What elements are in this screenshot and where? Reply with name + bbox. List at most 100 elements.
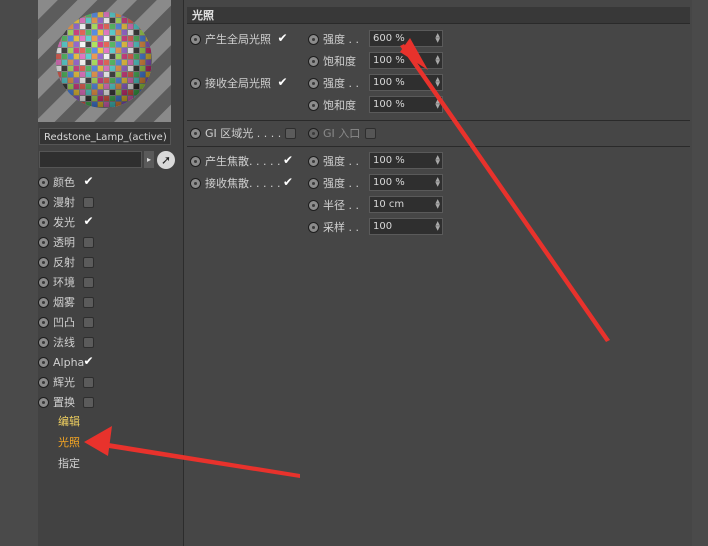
caustics-receive-checkbox[interactable]: ✔ (282, 176, 293, 189)
animate-radio-icon[interactable] (190, 177, 201, 189)
strength-label: 强度 . . (323, 155, 359, 168)
panel-title: 光照 (187, 7, 690, 24)
channel-row[interactable]: 法线 (38, 333, 94, 351)
strength-label: 强度 . . (323, 33, 359, 46)
link-illumination[interactable]: 光照 (58, 434, 80, 450)
channel-row[interactable]: 颜色 ✔ (38, 173, 94, 191)
channel-checkbox[interactable]: ✔ (83, 355, 94, 368)
channel-label: 透明 (53, 236, 75, 249)
channel-radio-icon[interactable] (38, 196, 49, 208)
link-assign[interactable]: 指定 (58, 455, 80, 471)
gi-receive-checkbox[interactable]: ✔ (277, 76, 288, 89)
channel-row[interactable]: 置换 (38, 393, 94, 411)
channel-radio-icon[interactable] (38, 316, 49, 328)
gi-portal-checkbox[interactable] (365, 127, 377, 139)
spinner-icon[interactable]: ▲ ▼ (435, 177, 440, 188)
channel-row[interactable]: 透明 (38, 233, 94, 251)
link-edit[interactable]: 编辑 (58, 413, 80, 429)
gi-recv-saturation-input[interactable]: 100 % ▲ ▼ (369, 96, 443, 113)
channel-row[interactable]: Alpha ✔ (38, 353, 94, 371)
animate-radio-icon[interactable] (308, 221, 319, 233)
channel-row[interactable]: 凹凸 (38, 313, 94, 331)
channel-row[interactable]: 烟雾 (38, 293, 94, 311)
animate-radio-icon[interactable] (308, 99, 319, 111)
channel-radio-icon[interactable] (38, 256, 49, 268)
spinner-icon[interactable]: ▲ ▼ (435, 155, 440, 166)
gi-recv-saturation-row: 饱和度 (308, 96, 356, 114)
gi-area-row[interactable]: GI 区域光 . . . . (190, 124, 297, 142)
spinner-icon[interactable]: ▲ ▼ (435, 199, 440, 210)
animate-radio-icon[interactable] (308, 33, 319, 45)
divider (187, 120, 690, 121)
channel-row[interactable]: 辉光 (38, 373, 94, 391)
caustics-receive-row[interactable]: 接收焦散. . . . . ✔ (190, 174, 293, 192)
animate-radio-icon[interactable] (308, 177, 319, 189)
spinner-icon[interactable]: ▲ ▼ (435, 99, 440, 110)
gi-recv-strength-input[interactable]: 100 % ▲ ▼ (369, 74, 443, 91)
channel-radio-icon[interactable] (38, 276, 49, 288)
channel-checkbox[interactable] (83, 376, 94, 388)
channel-checkbox[interactable] (83, 396, 94, 408)
gi-generate-row[interactable]: 产生全局光照 ✔ (190, 30, 288, 48)
gi-generate-label: 产生全局光照 (205, 33, 271, 46)
saturation-label: 饱和度 (323, 55, 356, 68)
channel-radio-icon[interactable] (38, 236, 49, 248)
radius-label: 半径 . . (323, 199, 359, 212)
spinner-icon[interactable]: ▲ ▼ (435, 77, 440, 88)
channel-radio-icon[interactable] (38, 376, 49, 388)
spinner-icon[interactable]: ▲ ▼ (435, 55, 440, 66)
channel-checkbox[interactable] (83, 256, 94, 268)
caustics-generate-row[interactable]: 产生焦散. . . . . ✔ (190, 152, 293, 170)
channel-radio-icon[interactable] (38, 396, 49, 408)
caus-samples-input[interactable]: 100 ▲ ▼ (369, 218, 443, 235)
caus-radius-row: 半径 . . (308, 196, 359, 214)
channel-checkbox[interactable] (83, 336, 94, 348)
gi-area-checkbox[interactable] (285, 127, 297, 139)
channel-checkbox[interactable] (83, 316, 94, 328)
channel-radio-icon[interactable] (38, 176, 49, 188)
channel-checkbox[interactable] (83, 236, 94, 248)
spinner-icon[interactable]: ▲ ▼ (435, 221, 440, 232)
animate-radio-icon[interactable] (190, 155, 201, 167)
caustics-generate-checkbox[interactable]: ✔ (282, 154, 293, 167)
pick-cursor-icon[interactable]: ➚ (157, 151, 175, 169)
channel-radio-icon[interactable] (38, 296, 49, 308)
channel-row[interactable]: 反射 (38, 253, 94, 271)
channel-radio-icon[interactable] (38, 216, 49, 228)
play-arrow-icon[interactable]: ▸ (144, 151, 154, 168)
material-preview[interactable] (38, 0, 171, 122)
material-preview-image (38, 0, 171, 122)
channel-radio-icon[interactable] (38, 356, 49, 368)
animate-radio-icon[interactable] (190, 33, 201, 45)
channel-checkbox[interactable] (83, 276, 94, 288)
animate-radio-icon[interactable] (308, 55, 319, 67)
animate-radio-icon[interactable] (308, 155, 319, 167)
channel-row[interactable]: 发光 ✔ (38, 213, 94, 231)
gi-gen-saturation-input[interactable]: 100 % ▲ ▼ (369, 52, 443, 69)
animate-radio-icon[interactable] (190, 127, 201, 139)
caus-gen-strength-input[interactable]: 100 % ▲ ▼ (369, 152, 443, 169)
channel-row[interactable]: 环境 (38, 273, 94, 291)
animate-radio-icon[interactable] (308, 199, 319, 211)
animate-radio-icon[interactable] (308, 77, 319, 89)
animate-radio-icon[interactable] (190, 77, 201, 89)
caus-recv-strength-input[interactable]: 100 % ▲ ▼ (369, 174, 443, 191)
channel-checkbox[interactable] (83, 296, 94, 308)
material-name-field[interactable]: Redstone_Lamp_(active) (39, 128, 171, 145)
channel-checkbox[interactable] (83, 196, 94, 208)
caus-radius-input[interactable]: 10 cm ▲ ▼ (369, 196, 443, 213)
channel-label: 置换 (53, 396, 75, 409)
channel-radio-icon[interactable] (38, 336, 49, 348)
channel-checkbox[interactable]: ✔ (83, 175, 94, 188)
gi-portal-row[interactable]: GI 入口 (308, 124, 377, 142)
animate-radio-icon[interactable] (308, 127, 319, 139)
spinner-icon[interactable]: ▲ ▼ (435, 33, 440, 44)
material-search-field[interactable] (39, 151, 142, 168)
gi-generate-checkbox[interactable]: ✔ (277, 32, 288, 45)
gi-receive-row[interactable]: 接收全局光照 ✔ (190, 74, 288, 92)
gi-gen-strength-input[interactable]: 600 % ▲ ▼ (369, 30, 443, 47)
channel-row[interactable]: 漫射 (38, 193, 94, 211)
viewport-left-edge (0, 0, 38, 546)
channel-checkbox[interactable]: ✔ (83, 215, 94, 228)
saturation-label: 饱和度 (323, 99, 356, 112)
